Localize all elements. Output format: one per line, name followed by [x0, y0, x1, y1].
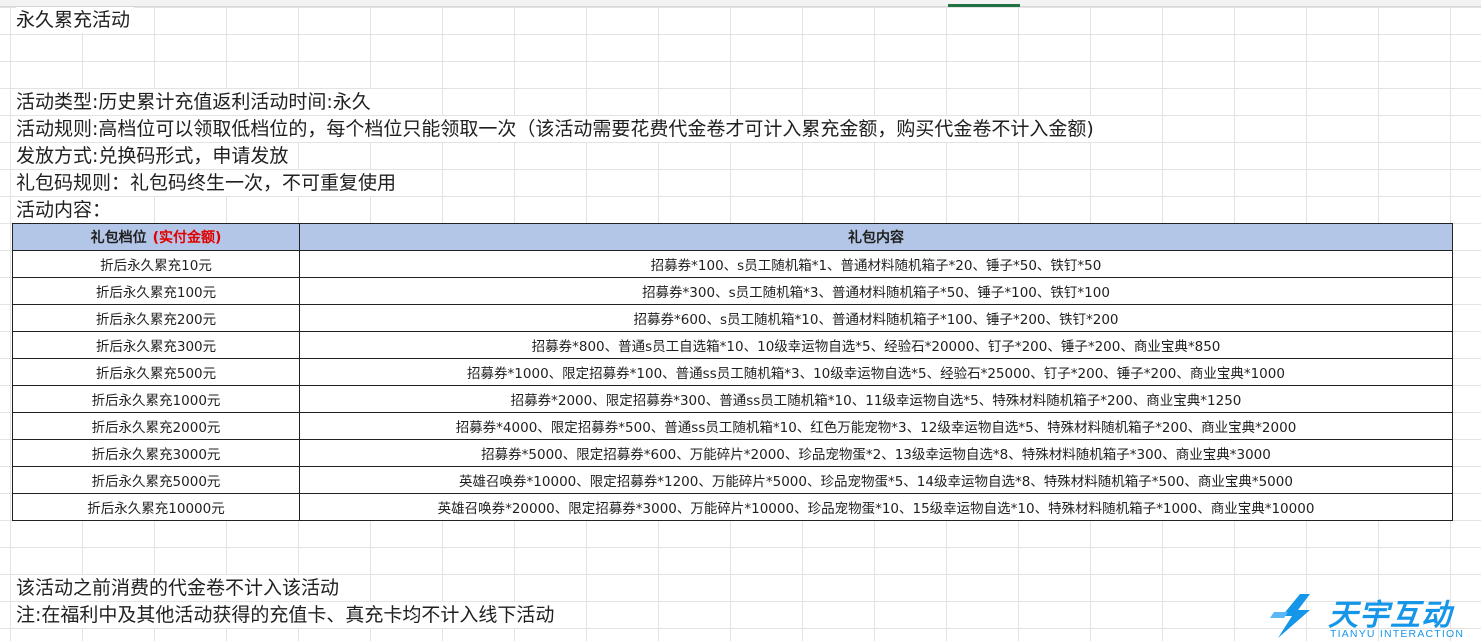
table-header-row: 礼包档位 (实付金额) 礼包内容: [12, 223, 1453, 251]
header-tier-note: (实付金额): [152, 230, 222, 246]
content-cell[interactable]: 招募券*800、普通s员工自选箱*10、10级幸运物自选*5、经验石*20000…: [299, 331, 1453, 359]
tier-cell[interactable]: 折后永久累充200元: [12, 304, 300, 332]
voucher-note-line[interactable]: 该活动之前消费的代金卷不计入该活动: [16, 575, 344, 601]
active-column-indicator: [948, 4, 1020, 7]
tier-cell[interactable]: 折后永久累充500元: [12, 358, 300, 386]
header-content-cell[interactable]: 礼包内容: [299, 223, 1453, 251]
header-tier-cell[interactable]: 礼包档位 (实付金额): [12, 223, 300, 251]
tier-cell[interactable]: 折后永久累充10元: [12, 250, 300, 278]
tier-cell[interactable]: 折后永久累充3000元: [12, 439, 300, 467]
activity-type-line[interactable]: 活动类型:历史累计充值返利活动时间:永久: [16, 89, 375, 115]
distribution-method-line[interactable]: 发放方式:兑换码形式，申请发放: [16, 143, 293, 169]
table-row: 折后永久累充3000元 招募券*5000、限定招募券*600、万能碎片*2000、…: [12, 439, 1453, 467]
table-row: 折后永久累充200元 招募券*600、s员工随机箱*10、普通材料随机箱子*100…: [12, 304, 1453, 332]
table-row: 折后永久累充100元 招募券*300、s员工随机箱*3、普通材料随机箱子*50、锤…: [12, 277, 1453, 305]
logo-subtitle: TIANYU INTERACTION: [1330, 628, 1465, 640]
activity-content-label[interactable]: 活动内容：: [16, 197, 116, 223]
content-cell[interactable]: 招募券*1000、限定招募券*100、普通ss员工随机箱*3、10级幸运物自选*…: [299, 358, 1453, 386]
content-cell[interactable]: 招募券*600、s员工随机箱*10、普通材料随机箱子*100、锤子*200、铁钉…: [299, 304, 1453, 332]
table-row: 折后永久累充1000元 招募券*2000、限定招募券*300、普通ss员工随机箱*…: [12, 385, 1453, 413]
content-cell[interactable]: 英雄召唤券*20000、限定招募券*3000、万能碎片*10000、珍品宠物蛋*…: [299, 493, 1453, 521]
activity-rules-line[interactable]: 活动规则:高档位可以领取低档位的，每个档位只能领取一次（该活动需要花费代金卷才可…: [16, 116, 1098, 142]
table-row: 折后永久累充2000元 招募券*4000、限定招募券*500、普通ss员工随机箱*…: [12, 412, 1453, 440]
content-cell[interactable]: 英雄召唤券*10000、限定招募券*1200、万能碎片*5000、珍品宠物蛋*5…: [299, 466, 1453, 494]
content-cell[interactable]: 招募券*100、s员工随机箱*1、普通材料随机箱子*20、锤子*50、铁钉*50: [299, 250, 1453, 278]
header-tier-label: 礼包档位: [90, 230, 147, 246]
table-row: 折后永久累充10元 招募券*100、s员工随机箱*1、普通材料随机箱子*20、锤子…: [12, 250, 1453, 278]
tier-cell[interactable]: 折后永久累充10000元: [12, 493, 300, 521]
content-cell[interactable]: 招募券*5000、限定招募券*600、万能碎片*2000、珍品宠物蛋*2、13级…: [299, 439, 1453, 467]
tianyu-logo-icon: [1270, 594, 1310, 638]
tianyu-logo: 天宇互动 TIANYU INTERACTION: [1270, 590, 1480, 641]
content-cell[interactable]: 招募券*4000、限定招募券*500、普通ss员工随机箱*10、红色万能宠物*3…: [299, 412, 1453, 440]
tier-cell[interactable]: 折后永久累充2000元: [12, 412, 300, 440]
column-header-strip: [0, 0, 1481, 7]
tier-cell[interactable]: 折后永久累充100元: [12, 277, 300, 305]
gift-tier-table: 礼包档位 (实付金额) 礼包内容 折后永久累充10元 招募券*100、s员工随机箱*…: [12, 223, 1453, 521]
tier-cell[interactable]: 折后永久累充1000元: [12, 385, 300, 413]
table-row: 折后永久累充300元 招募券*800、普通s员工自选箱*10、10级幸运物自选*5…: [12, 331, 1453, 359]
recharge-card-note-line[interactable]: 注:在福利中及其他活动获得的充值卡、真充卡均不计入线下活动: [16, 602, 559, 628]
table-row: 折后永久累充5000元 英雄召唤券*10000、限定招募券*1200、万能碎片*5…: [12, 466, 1453, 494]
table-row: 折后永久累充500元 招募券*1000、限定招募券*100、普通ss员工随机箱*3…: [12, 358, 1453, 386]
tier-cell[interactable]: 折后永久累充5000元: [12, 466, 300, 494]
content-cell[interactable]: 招募券*2000、限定招募券*300、普通ss员工随机箱*10、11级幸运物自选…: [299, 385, 1453, 413]
content-cell[interactable]: 招募券*300、s员工随机箱*3、普通材料随机箱子*50、锤子*100、铁钉*1…: [299, 277, 1453, 305]
table-row: 折后永久累充10000元 英雄召唤券*20000、限定招募券*3000、万能碎片*…: [12, 493, 1453, 521]
sheet-title[interactable]: 永久累充活动: [16, 7, 135, 33]
gift-code-rules-line[interactable]: 礼包码规则：礼包码终生一次，不可重复使用: [16, 170, 401, 196]
tier-cell[interactable]: 折后永久累充300元: [12, 331, 300, 359]
